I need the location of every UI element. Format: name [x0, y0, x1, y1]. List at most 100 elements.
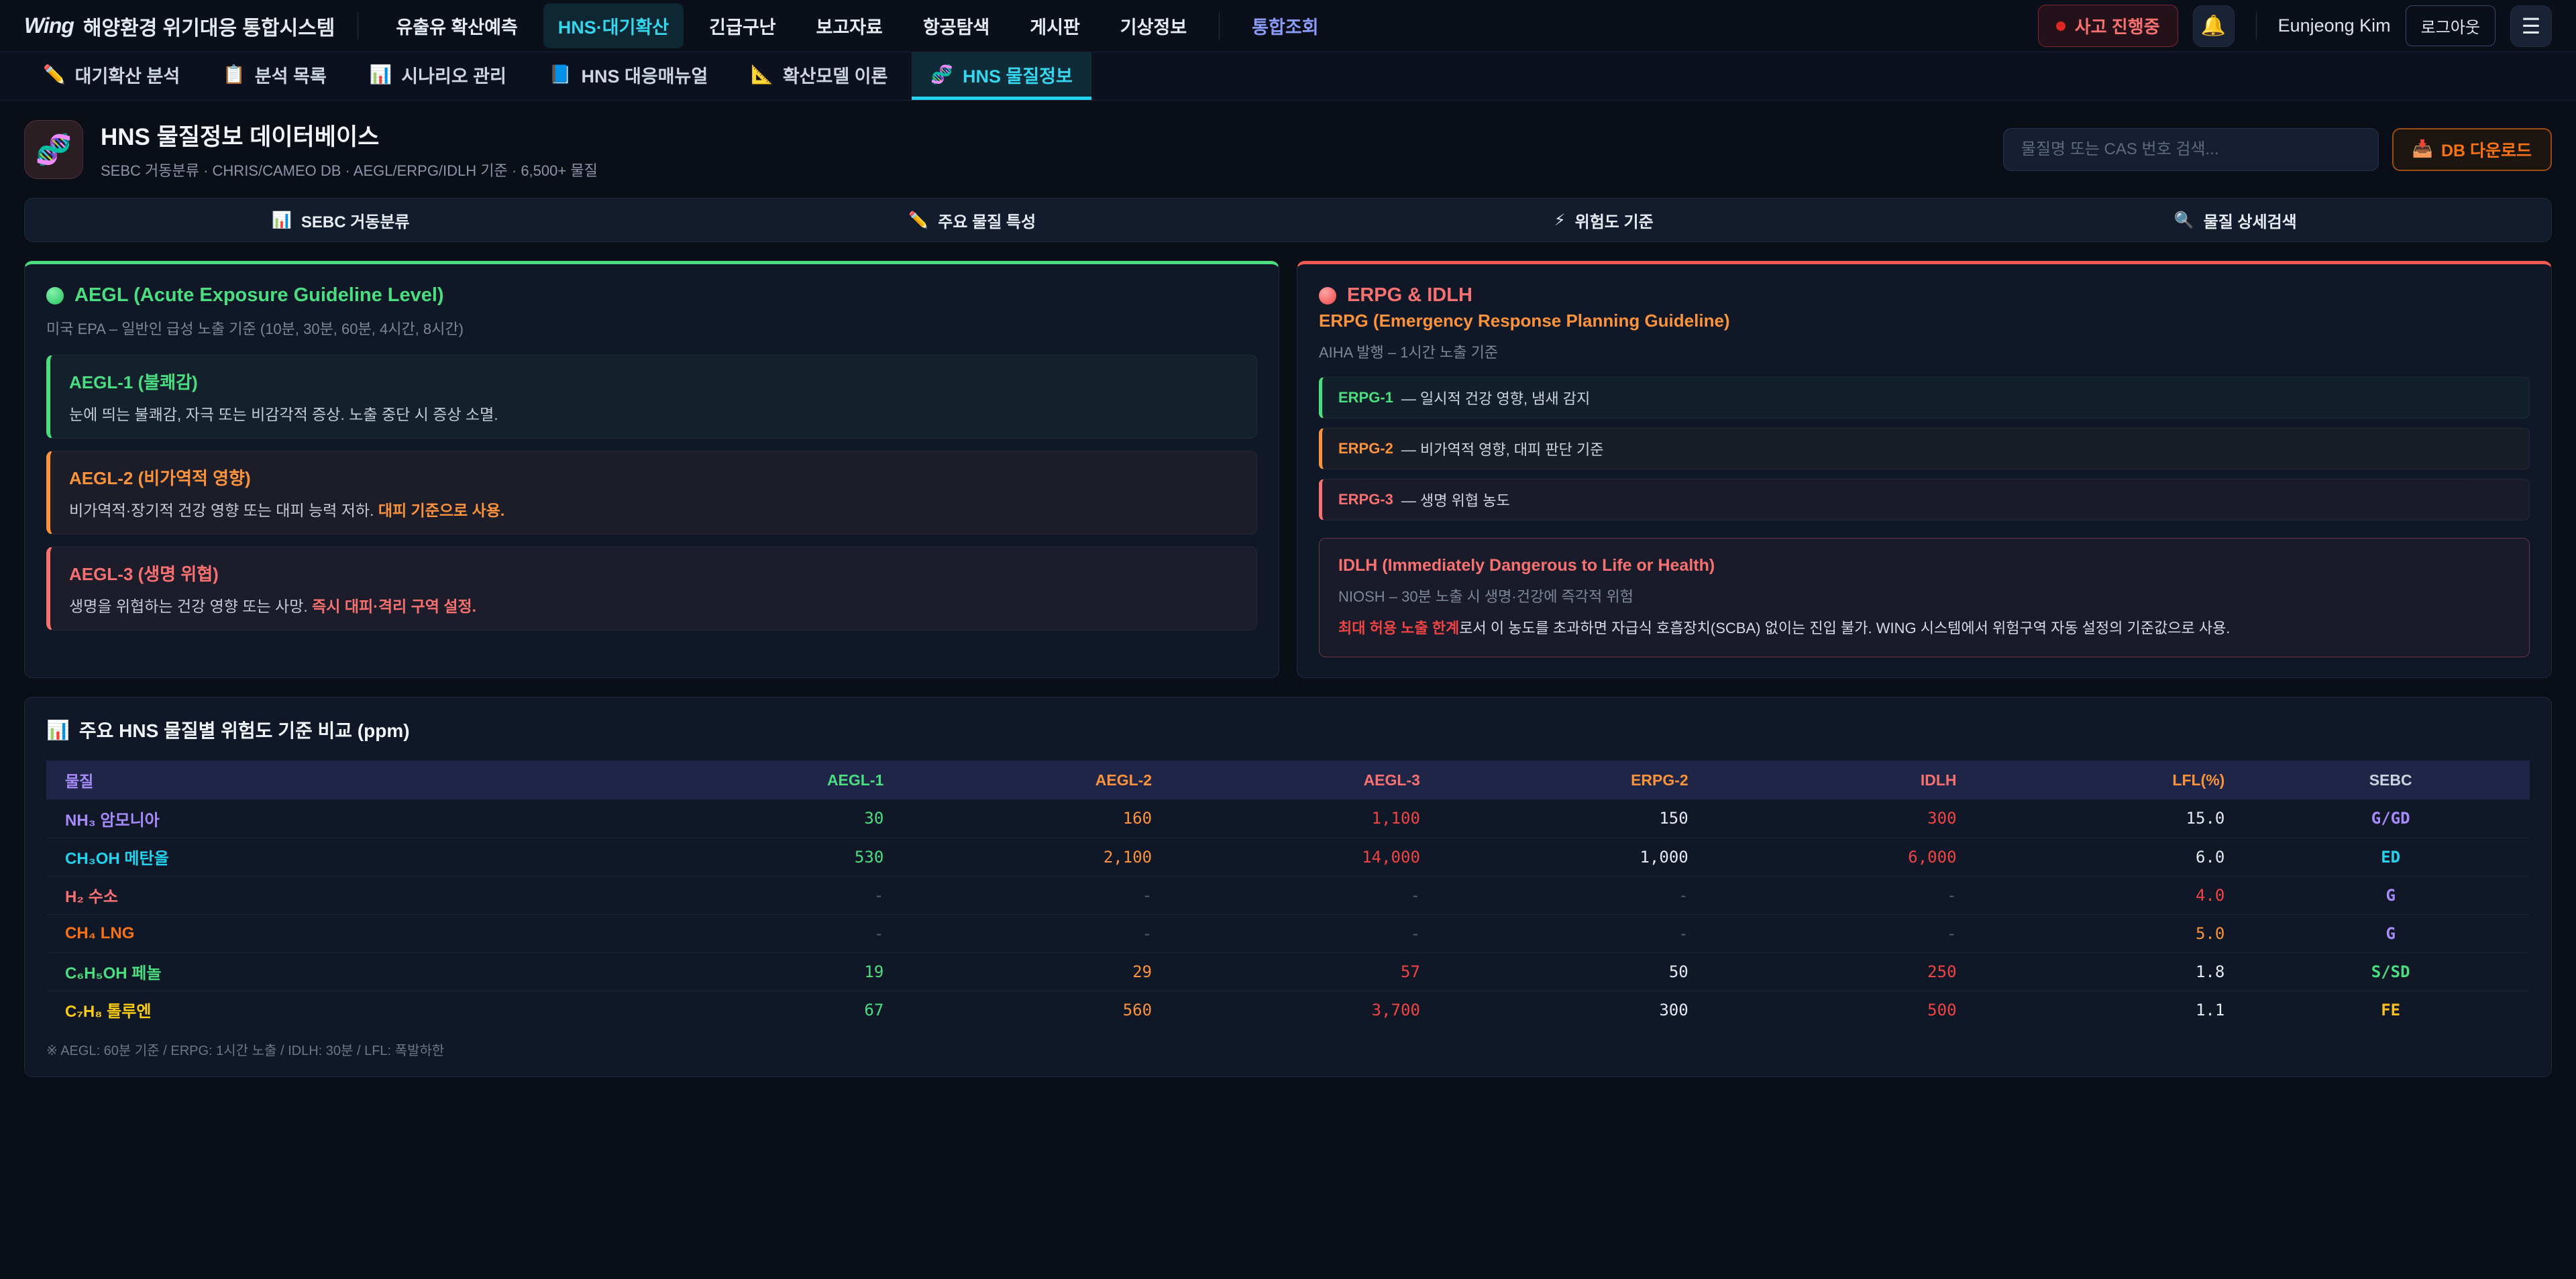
- col-aegl3: AEGL-3: [1179, 761, 1447, 799]
- nav-separator: [1219, 13, 1220, 40]
- idlh-subtitle: NIOSH – 30분 노출 시 생명·건강에 즉각적 위험: [1338, 585, 2510, 606]
- erpg-1-description: — 일시적 건강 영향, 냄새 감지: [1401, 387, 1590, 408]
- col-idlh: IDLH: [1715, 761, 1984, 799]
- value-cell: -: [642, 914, 910, 952]
- sub-tab-strip: ✏️ 대기확산 분석 📋 분석 목록 📊 시나리오 관리 📘 HNS 대응매뉴얼…: [0, 52, 2576, 101]
- aegl-panel-title: AEGL (Acute Exposure Guideline Level): [74, 284, 444, 307]
- section-nav-label: 물질 상세검색: [2204, 209, 2297, 232]
- erpg-2-row: ERPG-2 — 비가역적 영향, 대피 판단 기준: [1319, 428, 2530, 469]
- table-header-row: 물질 AEGL-1 AEGL-2 AEGL-3 ERPG-2 IDLH LFL(…: [46, 761, 2530, 799]
- main-menu: 유출유 확산예측 HNS·대기확산 긴급구난 보고자료 항공탐색 게시판 기상정…: [381, 3, 2037, 48]
- aegl-3-description: 생명을 위협하는 건강 영향 또는 사망. 즉시 대피·격리 구역 설정.: [69, 594, 1238, 616]
- value-cell: -: [910, 914, 1179, 952]
- substance-name: C₆H₅OH 페놀: [46, 952, 642, 991]
- notification-button[interactable]: 🔔: [2193, 5, 2235, 47]
- erpg-2-description: — 비가역적 영향, 대피 판단 기준: [1401, 438, 1604, 459]
- nav-item-board[interactable]: 게시판: [1015, 3, 1095, 48]
- tab-model-theory[interactable]: 📐 확산모델 이론: [732, 52, 906, 100]
- nav-item-weather[interactable]: 기상정보: [1106, 3, 1201, 48]
- value-cell: 150: [1447, 799, 1715, 838]
- section-nav-detail-search[interactable]: 🔍 물질 상세검색: [1920, 199, 2552, 241]
- tab-label: HNS 물질정보: [963, 62, 1073, 88]
- hns-comparison-table: 물질 AEGL-1 AEGL-2 AEGL-3 ERPG-2 IDLH LFL(…: [46, 761, 2530, 1029]
- criteria-panels: AEGL (Acute Exposure Guideline Level) 미국…: [24, 261, 2552, 678]
- substance-search-input[interactable]: [2003, 128, 2379, 171]
- table-row-methanol: CH₃OH 메탄올 530 2,100 14,000 1,000 6,000 6…: [46, 838, 2530, 876]
- page-header-left: 🧬 HNS 물질정보 데이터베이스 SEBC 거동분류 · CHRIS/CAME…: [24, 118, 598, 180]
- value-cell: 14,000: [1179, 838, 1447, 876]
- value-cell: -: [1715, 876, 1984, 914]
- value-cell: 1,100: [1179, 799, 1447, 838]
- table-footnote: ※ AEGL: 60분 기준 / ERPG: 1시간 노출 / IDLH: 30…: [46, 1040, 2530, 1059]
- value-cell: 1,000: [1447, 838, 1715, 876]
- tab-dispersion-analysis[interactable]: ✏️ 대기확산 분석: [24, 52, 199, 100]
- book-icon: 📘: [549, 64, 572, 85]
- aegl-2-description: 비가역적·장기적 건강 영향 또는 대피 능력 저하. 대피 기준으로 사용.: [69, 498, 1238, 520]
- nav-item-integrated-search[interactable]: 통합조회: [1237, 3, 1333, 48]
- hamburger-menu-button[interactable]: ☰: [2510, 5, 2552, 47]
- aegl-1-description: 눈에 띄는 불쾌감, 자극 또는 비감각적 증상. 노출 중단 시 증상 소멸.: [69, 402, 1238, 425]
- col-substance: 물질: [46, 761, 642, 799]
- table-row-lng: CH₄ LNG - - - - - 5.0 G: [46, 914, 2530, 952]
- value-cell: 67: [642, 991, 910, 1029]
- idlh-title: IDLH (Immediately Dangerous to Life or H…: [1338, 556, 2510, 575]
- tab-label: 시나리오 관리: [401, 62, 506, 88]
- tab-label: 확산모델 이론: [783, 62, 888, 88]
- nav-item-hns-dispersion[interactable]: HNS·대기확산: [543, 3, 684, 48]
- value-cell: 4.0: [1984, 876, 2252, 914]
- magnifier-icon: 🔍: [2174, 211, 2194, 230]
- tab-label: 대기확산 분석: [75, 62, 180, 88]
- section-nav-label: 위험도 기준: [1575, 209, 1654, 232]
- nav-item-oil-spill[interactable]: 유출유 확산예측: [381, 3, 532, 48]
- value-cell: 15.0: [1984, 799, 2252, 838]
- value-cell: -: [1447, 876, 1715, 914]
- table-row-phenol: C₆H₅OH 페놀 19 29 57 50 250 1.8 S/SD: [46, 952, 2530, 991]
- tab-hns-manual[interactable]: 📘 HNS 대응매뉴얼: [531, 52, 727, 100]
- aegl-1-card: AEGL-1 (불쾌감) 눈에 띄는 불쾌감, 자극 또는 비감각적 증상. 노…: [46, 355, 1257, 439]
- value-cell: 1.1: [1984, 991, 2252, 1029]
- brand: Wing 해양환경 위기대응 통합시스템: [24, 11, 335, 41]
- section-nav-hazard-criteria[interactable]: ⚡ 위험도 기준: [1288, 199, 1920, 241]
- value-cell: -: [1179, 876, 1447, 914]
- aegl-1-title: AEGL-1 (불쾌감): [69, 369, 1238, 394]
- table-row-hydrogen: H₂ 수소 - - - - - 4.0 G: [46, 876, 2530, 914]
- section-nav-properties[interactable]: ✏️ 주요 물질 특성: [657, 199, 1289, 241]
- erpg-1-label: ERPG-1: [1338, 389, 1393, 406]
- value-cell: -: [1179, 914, 1447, 952]
- wing-logo: Wing: [24, 13, 74, 38]
- tab-label: HNS 대응매뉴얼: [581, 62, 708, 88]
- substance-name: CH₄ LNG: [46, 914, 642, 952]
- erpg-section-subtitle: AIHA 발행 – 1시간 노출 기준: [1319, 341, 2530, 362]
- hamburger-icon: ☰: [2522, 13, 2541, 39]
- download-icon: 📥: [2412, 140, 2433, 159]
- bar-chart-icon: 📊: [46, 719, 70, 741]
- value-cell: 3,700: [1179, 991, 1447, 1029]
- nav-separator: [2256, 13, 2257, 40]
- tab-scenario-management[interactable]: 📊 시나리오 관리: [351, 52, 525, 100]
- db-download-button[interactable]: 📥 DB 다운로드: [2392, 128, 2552, 171]
- pencil-icon: ✏️: [43, 64, 66, 85]
- bar-chart-icon: 📊: [272, 211, 292, 230]
- incident-status-badge[interactable]: 사고 진행중: [2038, 5, 2178, 47]
- aegl-panel-subtitle: 미국 EPA – 일반인 급성 노출 기준 (10분, 30분, 60분, 4시…: [46, 317, 1257, 339]
- erpg-3-label: ERPG-3: [1338, 491, 1393, 508]
- page-header-actions: 📥 DB 다운로드: [2003, 128, 2552, 171]
- incident-dot-icon: [2056, 21, 2065, 31]
- nav-item-reports[interactable]: 보고자료: [802, 3, 898, 48]
- nav-item-rescue[interactable]: 긴급구난: [694, 3, 790, 48]
- col-erpg2: ERPG-2: [1447, 761, 1715, 799]
- clipboard-icon: 📋: [223, 64, 246, 85]
- nav-item-aerial-search[interactable]: 항공탐색: [908, 3, 1004, 48]
- incident-badge-label: 사고 진행중: [2075, 13, 2160, 38]
- substance-name: C₇H₈ 톨루엔: [46, 991, 642, 1029]
- tab-analysis-list[interactable]: 📋 분석 목록: [204, 52, 345, 100]
- value-cell: 1.8: [1984, 952, 2252, 991]
- value-cell: 500: [1715, 991, 1984, 1029]
- erpg-panel-title: ERPG & IDLH: [1347, 284, 1472, 307]
- section-nav-sebc[interactable]: 📊 SEBC 거동분류: [25, 199, 657, 241]
- logout-button[interactable]: 로그아웃: [2406, 5, 2496, 46]
- erpg-3-row: ERPG-3 — 생명 위협 농도: [1319, 479, 2530, 520]
- user-name: Eunjeong Kim: [2278, 15, 2391, 36]
- tab-hns-substance-info[interactable]: 🧬 HNS 물질정보: [912, 52, 1091, 100]
- value-cell: 5.0: [1984, 914, 2252, 952]
